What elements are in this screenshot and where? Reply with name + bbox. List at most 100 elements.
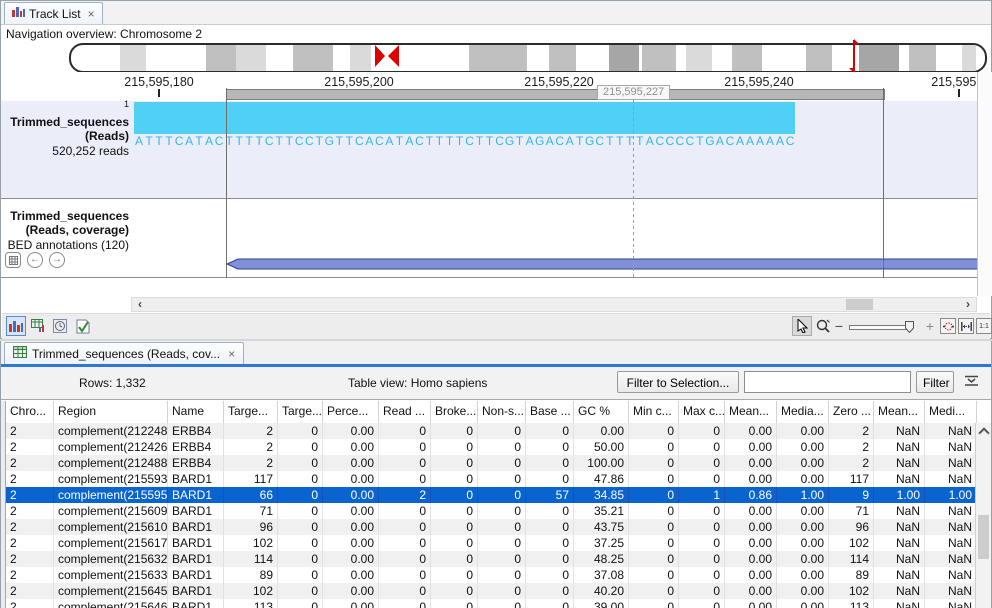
table-cell: 0 (379, 599, 431, 608)
column-header[interactable]: Non-s... (478, 401, 526, 423)
horizontal-scrollbar[interactable]: ‹ › (131, 297, 977, 312)
table-row[interactable]: 2complement(215595...BARD16600.002005734… (6, 487, 977, 503)
table-vertical-scrollbar[interactable] (975, 423, 991, 608)
history-button[interactable] (50, 316, 70, 336)
annotation-table-icon[interactable] (5, 252, 21, 268)
table-cell: 117 (224, 471, 278, 487)
tab-track-list[interactable]: Track List × (4, 2, 103, 24)
filter-to-selection-button[interactable]: Filter to Selection... (617, 371, 739, 393)
tab-table-view[interactable]: Trimmed_sequences (Reads, cov... × (4, 342, 244, 364)
table-row[interactable]: 2complement(212488...ERBB4200.000000100.… (6, 455, 977, 471)
column-header[interactable]: Mean... (874, 401, 925, 423)
column-header[interactable]: Mean... (725, 401, 777, 423)
graphical-view-button[interactable] (6, 316, 26, 336)
table-cell: complement(212248... (54, 423, 168, 439)
table-cell: 37.08 (574, 567, 629, 583)
column-header[interactable]: GC % (574, 401, 629, 423)
table-cell: 0 (526, 423, 574, 439)
chromosome-band (549, 45, 576, 71)
column-header[interactable]: Medi... (925, 401, 977, 423)
reads-track[interactable]: 1 Trimmed_sequences (Reads) 520,252 read… (1, 101, 992, 199)
close-icon[interactable]: × (228, 347, 235, 361)
table-row[interactable]: 2complement(215610...BARD19600.00000043.… (6, 519, 977, 535)
table-cell: NaN (874, 503, 925, 519)
read-coverage-bar[interactable] (134, 102, 795, 134)
filter-input[interactable] (744, 371, 911, 393)
zoom-slider[interactable] (849, 325, 913, 330)
column-header[interactable]: Targe... (278, 401, 323, 423)
table-view-button[interactable] (28, 316, 48, 336)
chromosome-band (350, 45, 371, 71)
table-cell: 0 (478, 423, 526, 439)
table-row[interactable]: 2complement(215593...BARD111700.00000047… (6, 471, 977, 487)
report-button[interactable] (73, 316, 93, 336)
table-cell: 96 (224, 519, 278, 535)
column-header[interactable]: Min c... (629, 401, 679, 423)
coordinate-ruler[interactable]: 215,595,180215,595,200215,595,220215,595… (1, 72, 992, 101)
table-cell: 0 (526, 567, 574, 583)
chromosome-ideogram[interactable] (69, 43, 987, 73)
advanced-filter-icon[interactable] (964, 375, 979, 390)
table-cell: complement(215593... (54, 471, 168, 487)
table-row[interactable]: 2complement(212248...ERBB4200.0000000.00… (6, 423, 977, 439)
scroll-up-icon[interactable] (976, 423, 991, 439)
pointer-tool-button[interactable] (792, 316, 812, 336)
coverage-track[interactable]: Trimmed_sequences (Reads, coverage) BED … (1, 199, 992, 278)
table-row[interactable]: 2complement(215632...BARD111400.00000048… (6, 551, 977, 567)
table-row[interactable]: 2complement(215617...BARD110200.00000037… (6, 535, 977, 551)
coverage-track-title: Trimmed_sequences (1, 209, 129, 223)
horizontal-scroll-thumb[interactable] (846, 299, 873, 310)
vertical-scroll-thumb[interactable] (978, 515, 989, 559)
column-header[interactable]: Chro... (6, 401, 54, 423)
coverage-track-annotations: BED annotations (120) (1, 238, 129, 252)
column-header[interactable]: Read ... (379, 401, 431, 423)
table-cell: 0 (679, 519, 725, 535)
one-to-one-zoom-button[interactable]: 1:1 (976, 318, 992, 334)
column-header[interactable]: Base ... (526, 401, 574, 423)
scroll-right-icon[interactable]: › (966, 298, 970, 311)
table-cell: 0 (431, 423, 478, 439)
next-annotation-icon[interactable]: → (49, 252, 65, 268)
table-cell: 0 (431, 519, 478, 535)
table-cell: 0.00 (777, 503, 829, 519)
previous-annotation-icon[interactable]: ← (27, 252, 43, 268)
table-cell: 0 (431, 599, 478, 608)
scroll-left-icon[interactable]: ‹ (138, 298, 142, 311)
column-header[interactable]: Zero ... (829, 401, 874, 423)
zoom-out-icon[interactable]: − (829, 316, 849, 336)
table-row[interactable]: 2complement(215633...BARD18900.00000037.… (6, 567, 977, 583)
table-cell: 0 (431, 535, 478, 551)
column-header[interactable]: Perce... (323, 401, 379, 423)
table-cell: 1.00 (874, 487, 925, 503)
table-row[interactable]: 2complement(215609...BARD17100.00000035.… (6, 503, 977, 519)
table-row[interactable]: 2complement(212426...ERBB4200.00000050.0… (6, 439, 977, 455)
close-icon[interactable]: × (88, 7, 95, 21)
zoom-in-icon[interactable]: + (920, 316, 940, 336)
filter-button[interactable]: Filter (916, 371, 954, 393)
table-cell: 0 (629, 583, 679, 599)
table-row[interactable]: 2complement(215646...BARD111300.00000039… (6, 599, 977, 608)
centromere-icon (375, 45, 399, 67)
table-cell: 0 (679, 599, 725, 608)
fit-width-button[interactable] (958, 318, 974, 334)
vertical-scroll-gutter[interactable] (977, 72, 992, 296)
zoom-to-selection-button[interactable] (940, 318, 956, 334)
column-header[interactable]: Region (54, 401, 168, 423)
column-header[interactable]: Broke... (431, 401, 478, 423)
column-header[interactable]: Name (168, 401, 224, 423)
table-cell: complement(215646... (54, 599, 168, 608)
sequence-base: C (214, 134, 224, 149)
rows-count-label: Rows: 1,332 (79, 376, 146, 390)
table-cell: NaN (925, 519, 977, 535)
bed-annotation-bar[interactable] (226, 258, 980, 270)
column-header[interactable]: Media... (777, 401, 829, 423)
table-cell: 102 (224, 535, 278, 551)
zoom-slider-thumb[interactable] (905, 321, 914, 333)
column-header[interactable]: Targe... (224, 401, 278, 423)
table-row[interactable]: 2complement(215645...BARD110200.00000040… (6, 583, 977, 599)
selection-range-bar[interactable] (226, 89, 885, 100)
sequence-base: T (314, 134, 324, 149)
table-cell: 0 (526, 503, 574, 519)
column-header[interactable]: Max c... (679, 401, 725, 423)
table-cell: 0 (629, 519, 679, 535)
